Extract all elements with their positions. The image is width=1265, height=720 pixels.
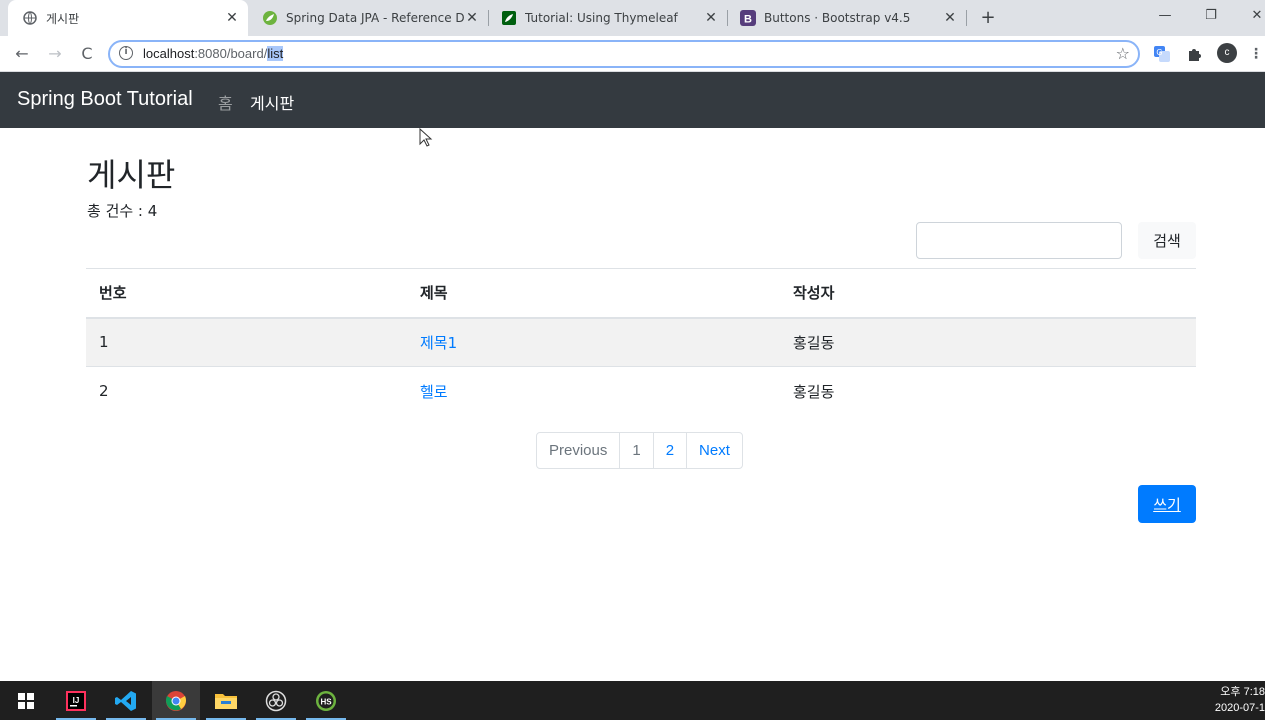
tab-title: Buttons · Bootstrap v4.5 (764, 11, 911, 25)
pagination-previous[interactable]: Previous (536, 432, 621, 469)
row-author: 홍길동 (780, 366, 1196, 416)
hs-app-icon[interactable]: HS (302, 681, 350, 720)
system-clock[interactable]: 오후 7:18 2020-07-1 (1215, 684, 1265, 716)
svg-text:G: G (1156, 48, 1162, 57)
table-row: 2 헬로 홍길동 (86, 366, 1196, 416)
post-title-link[interactable]: 제목1 (420, 334, 457, 352)
puzzle-extensions-icon[interactable] (1185, 45, 1203, 63)
back-arrow-icon[interactable]: ← (11, 43, 33, 65)
row-title-cell: 헬로 (407, 366, 780, 416)
svg-text:HS: HS (320, 697, 332, 706)
url-host: localhost (143, 46, 195, 61)
obs-icon[interactable] (252, 681, 300, 720)
column-header-number: 번호 (86, 268, 407, 319)
vscode-icon[interactable] (102, 681, 150, 720)
tab-spring-data-jpa[interactable]: Spring Data JPA - Reference Do ✕ (248, 0, 488, 36)
browser-toolbar: ← → C i localhost:8080/board/list ☆ G ⋮ (0, 36, 1265, 72)
profile-avatar[interactable]: c (1217, 43, 1237, 63)
reload-icon[interactable]: C (76, 43, 98, 65)
tab-bootstrap-buttons[interactable]: B Buttons · Bootstrap v4.5 ✕ (726, 0, 966, 36)
tab-title: Tutorial: Using Thymeleaf (525, 11, 678, 25)
column-header-title: 제목 (407, 268, 780, 319)
row-author: 홍길동 (780, 317, 1196, 367)
clock-time: 오후 7:18 (1220, 686, 1265, 698)
column-header-author: 작성자 (780, 268, 1196, 319)
intellij-icon[interactable]: IJ (52, 681, 100, 720)
close-icon[interactable]: ✕ (703, 10, 719, 26)
spring-leaf-icon (262, 10, 278, 26)
pagination-next[interactable]: Next (686, 432, 743, 469)
translate-extension-icon[interactable]: G (1153, 45, 1171, 63)
row-number: 1 (86, 317, 407, 367)
table-header-row: 번호 제목 작성자 (86, 268, 1196, 319)
file-explorer-icon[interactable] (202, 681, 250, 720)
tab-separator (966, 10, 967, 26)
url-selected-text: list (267, 46, 284, 61)
close-icon[interactable]: ✕ (224, 10, 240, 26)
new-tab-button[interactable]: + (978, 6, 998, 30)
search-input[interactable] (916, 222, 1122, 259)
row-number: 2 (86, 366, 407, 416)
pagination-page-1[interactable]: 1 (619, 432, 654, 469)
row-title-cell: 제목1 (407, 317, 780, 367)
chrome-icon[interactable] (152, 681, 200, 720)
table-row: 1 제목1 홍길동 (86, 317, 1196, 367)
windows-taskbar: IJ HS 오후 7:18 2020-07-1 (0, 681, 1265, 720)
close-icon[interactable]: ✕ (464, 10, 480, 26)
write-button[interactable]: 쓰기 (1138, 485, 1196, 523)
post-title-link[interactable]: 헬로 (420, 383, 448, 401)
globe-icon (22, 10, 38, 26)
bootstrap-icon: B (740, 10, 756, 26)
bookmark-star-icon[interactable]: ☆ (1116, 44, 1130, 63)
restore-icon[interactable]: ❐ (1188, 0, 1234, 32)
tab-board[interactable]: 게시판 ✕ (8, 0, 248, 36)
nav-board-link[interactable]: 게시판 (250, 90, 294, 114)
clock-date: 2020-07-1 (1214, 702, 1265, 714)
board-table: 번호 제목 작성자 1 제목1 홍길동 2 헬로 홍길동 (86, 268, 1196, 416)
svg-text:IJ: IJ (73, 696, 80, 705)
tab-title: 게시판 (46, 11, 80, 26)
tab-title: Spring Data JPA - Reference Do (286, 11, 464, 25)
svg-text:B: B (744, 14, 752, 26)
minimize-icon[interactable]: — (1142, 0, 1188, 32)
browser-tab-strip: 게시판 ✕ Spring Data JPA - Reference Do ✕ T… (0, 0, 1265, 36)
app-navbar: Spring Boot Tutorial 홈 게시판 (0, 72, 1265, 128)
page-title: 게시판 (87, 156, 176, 194)
window-close-icon[interactable]: ✕ (1234, 0, 1265, 32)
thymeleaf-icon (501, 10, 517, 26)
nav-home-link[interactable]: 홈 (218, 90, 233, 114)
windows-start-icon[interactable] (2, 681, 50, 720)
pagination-page-2[interactable]: 2 (652, 432, 688, 469)
close-icon[interactable]: ✕ (942, 10, 958, 26)
url-text: localhost:8080/board/list (143, 46, 284, 61)
forward-arrow-icon[interactable]: → (44, 43, 66, 65)
site-info-icon[interactable]: i (119, 46, 133, 60)
tab-thymeleaf[interactable]: Tutorial: Using Thymeleaf ✕ (487, 0, 727, 36)
mouse-cursor-icon (419, 127, 433, 152)
brand-link[interactable]: Spring Boot Tutorial (17, 88, 193, 111)
browser-menu-icon[interactable]: ⋮ (1247, 45, 1265, 63)
search-button[interactable]: 검색 (1138, 222, 1196, 259)
address-bar[interactable]: i localhost:8080/board/list ☆ (108, 40, 1140, 68)
pagination: Previous 1 2 Next (536, 432, 743, 469)
total-count: 총 건수 : 4 (87, 202, 158, 220)
url-path: :8080/board/ (194, 46, 268, 61)
